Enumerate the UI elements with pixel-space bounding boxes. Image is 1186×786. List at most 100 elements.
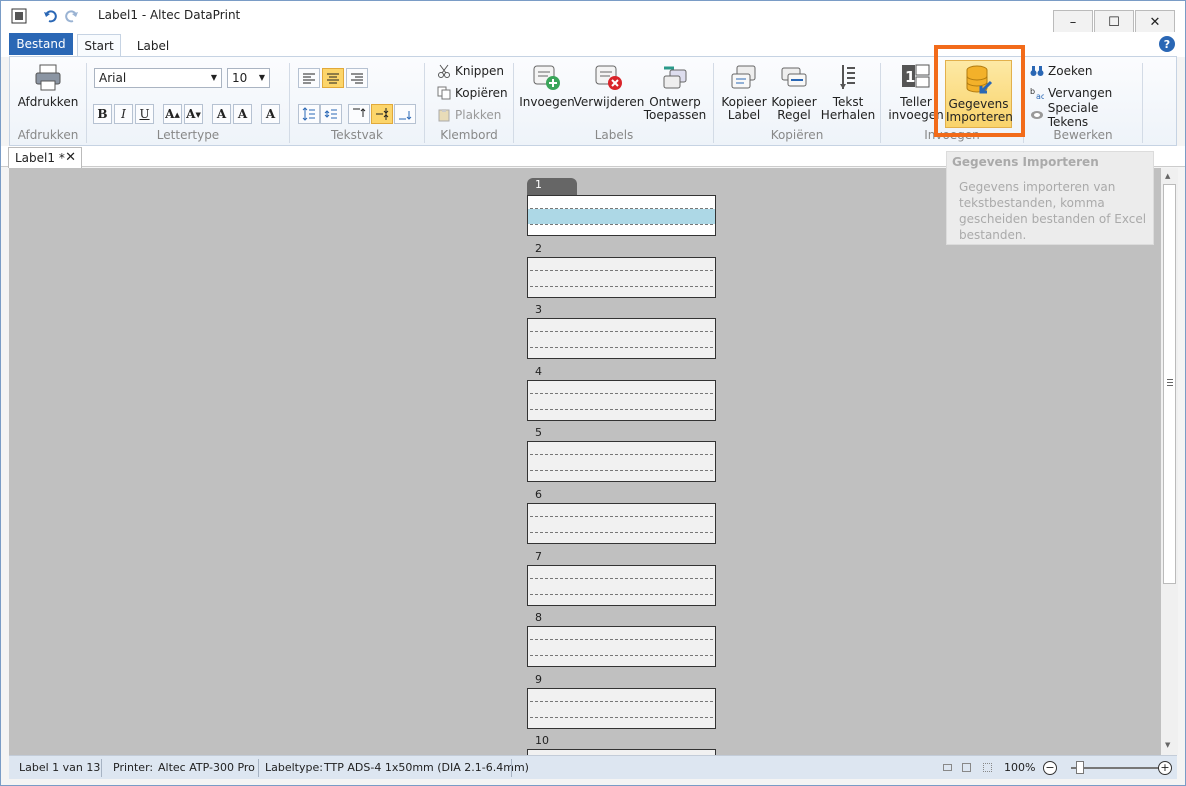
label-number: 1 — [527, 178, 577, 195]
insert-label: Invoegen — [519, 95, 575, 109]
app-menu-icon[interactable] — [10, 7, 28, 25]
label-row-line — [530, 208, 713, 209]
tab-start[interactable]: Start — [77, 34, 121, 57]
label-number: 9 — [535, 672, 542, 686]
replace-button[interactable]: b ac Vervangen — [1029, 83, 1112, 103]
separator — [258, 759, 259, 777]
underline-button[interactable]: U — [135, 104, 154, 124]
scroll-down-icon[interactable]: ▼ — [1165, 741, 1170, 749]
label-box[interactable] — [527, 626, 716, 668]
minimize-button[interactable]: – — [1053, 10, 1093, 34]
vertical-scrollbar[interactable]: ▲ ▼ — [1161, 168, 1178, 755]
copy-row-text-2: Regel — [777, 108, 811, 122]
label-box[interactable] — [527, 687, 716, 729]
label-box[interactable] — [527, 195, 716, 236]
paste-button[interactable]: Plakken — [436, 105, 501, 125]
file-menu-button[interactable]: Bestand — [9, 33, 73, 55]
tab-label[interactable]: Label — [129, 34, 177, 57]
grow-font-icon[interactable]: A ▲ — [163, 104, 182, 124]
print-button[interactable]: Afdrukken — [18, 61, 78, 109]
printer-name: Altec ATP-300 Pro — [158, 761, 255, 774]
group-label-labels: Labels — [594, 128, 634, 142]
repeat-text-icon — [832, 61, 864, 93]
design-label-2: Toepassen — [643, 108, 707, 122]
printer-caption: Printer: — [113, 761, 154, 774]
group-kopieren: Kopieer Label Kopieer Regel Tekst Herhal… — [715, 57, 879, 145]
label-row-line — [530, 516, 713, 517]
special-characters-icon — [1029, 107, 1045, 123]
label-row-line — [530, 716, 713, 718]
valign-middle-icon[interactable] — [371, 104, 393, 124]
separator — [101, 759, 102, 777]
maximize-button[interactable]: ☐ — [1094, 10, 1134, 34]
apply-design-button[interactable]: Ontwerp Toepassen — [643, 61, 707, 122]
window-title: Label1 - Altec DataPrint — [98, 8, 241, 22]
label-box[interactable] — [527, 503, 716, 544]
insert-label-button[interactable]: Invoegen — [519, 61, 575, 109]
separator — [289, 63, 290, 143]
shrink-font-icon[interactable]: A ▼ — [184, 104, 203, 124]
italic-button[interactable]: I — [114, 104, 133, 124]
align-center-icon[interactable] — [322, 68, 344, 88]
separator — [424, 63, 425, 143]
document-tab[interactable]: Label1 * ✕ — [8, 147, 82, 168]
condense-spacing-icon[interactable]: A — [233, 104, 252, 124]
label-box[interactable] — [527, 441, 716, 483]
tooltip-body: Gegevens importeren van tekstbestanden, … — [959, 180, 1147, 242]
font-size-select[interactable]: 10 ▼ — [227, 68, 270, 88]
label-row-line — [530, 470, 713, 472]
view-page-icon[interactable] — [962, 763, 971, 772]
view-grid-icon[interactable] — [983, 763, 992, 772]
selected-row[interactable] — [528, 209, 715, 224]
find-button[interactable]: Zoeken — [1029, 61, 1092, 81]
valign-top-icon[interactable] — [348, 104, 370, 124]
copy-label-button[interactable]: Kopieer Label — [719, 61, 769, 122]
zoom-in-button[interactable]: + — [1158, 761, 1172, 775]
zoom-slider-knob[interactable] — [1076, 761, 1084, 774]
redo-icon[interactable] — [63, 7, 81, 25]
zoom-out-button[interactable]: − — [1043, 761, 1057, 775]
status-bar: Label 1 van 13 Printer: Altec ATP-300 Pr… — [9, 755, 1177, 779]
group-afdrukken: Afdrukken Afdrukken — [10, 57, 86, 145]
zoom-slider[interactable] — [1071, 767, 1159, 769]
app-window: Label1 - Altec DataPrint – ☐ ✕ Bestand S… — [0, 0, 1186, 786]
text-height-icon[interactable]: A — [261, 104, 280, 124]
increase-line-spacing-icon[interactable] — [298, 104, 320, 124]
group-bewerken: Zoeken b ac Vervangen Speciale Tekens Bew… — [1025, 57, 1141, 145]
close-button[interactable]: ✕ — [1135, 10, 1175, 34]
label-box[interactable] — [527, 564, 716, 606]
separator — [880, 63, 881, 143]
label-row-line — [530, 577, 713, 579]
label-box[interactable] — [527, 318, 716, 360]
copy-row-button[interactable]: Kopieer Regel — [769, 61, 819, 122]
special-characters-button[interactable]: Speciale Tekens — [1029, 101, 1141, 129]
label-box[interactable] — [527, 379, 716, 421]
label-canvas[interactable]: 1 2 3 4 5 6 7 8 9 10 — [9, 168, 1161, 755]
valign-bottom-icon[interactable] — [394, 104, 416, 124]
view-normal-icon[interactable] — [943, 764, 952, 771]
label-number: 6 — [535, 488, 542, 501]
separator — [511, 759, 512, 777]
close-icon[interactable]: ✕ — [65, 150, 76, 165]
copy-button[interactable]: Kopiëren — [436, 83, 508, 103]
group-label-klembord: Klembord — [440, 128, 498, 142]
font-family-select[interactable]: Arial ▼ — [94, 68, 222, 88]
scroll-up-icon[interactable]: ▲ — [1165, 172, 1170, 180]
align-right-icon[interactable] — [346, 68, 368, 88]
label-row-line — [530, 224, 713, 225]
copy-row-icon — [778, 61, 810, 93]
svg-text:ac: ac — [1036, 92, 1044, 100]
align-left-icon[interactable] — [298, 68, 320, 88]
cut-button[interactable]: Knippen — [436, 61, 504, 81]
replace-label: Vervangen — [1048, 86, 1113, 100]
expand-spacing-icon[interactable]: A — [212, 104, 231, 124]
decrease-line-spacing-icon[interactable] — [320, 104, 342, 124]
label-box[interactable] — [527, 256, 716, 298]
scrollbar-thumb[interactable] — [1163, 184, 1176, 584]
bold-button[interactable]: B — [93, 104, 112, 124]
repeat-text-button[interactable]: Tekst Herhalen — [821, 61, 875, 122]
label-row-line — [530, 392, 713, 394]
undo-icon[interactable] — [41, 7, 59, 25]
help-icon[interactable]: ? — [1159, 36, 1175, 52]
delete-label-button[interactable]: Verwijderen — [574, 61, 644, 109]
